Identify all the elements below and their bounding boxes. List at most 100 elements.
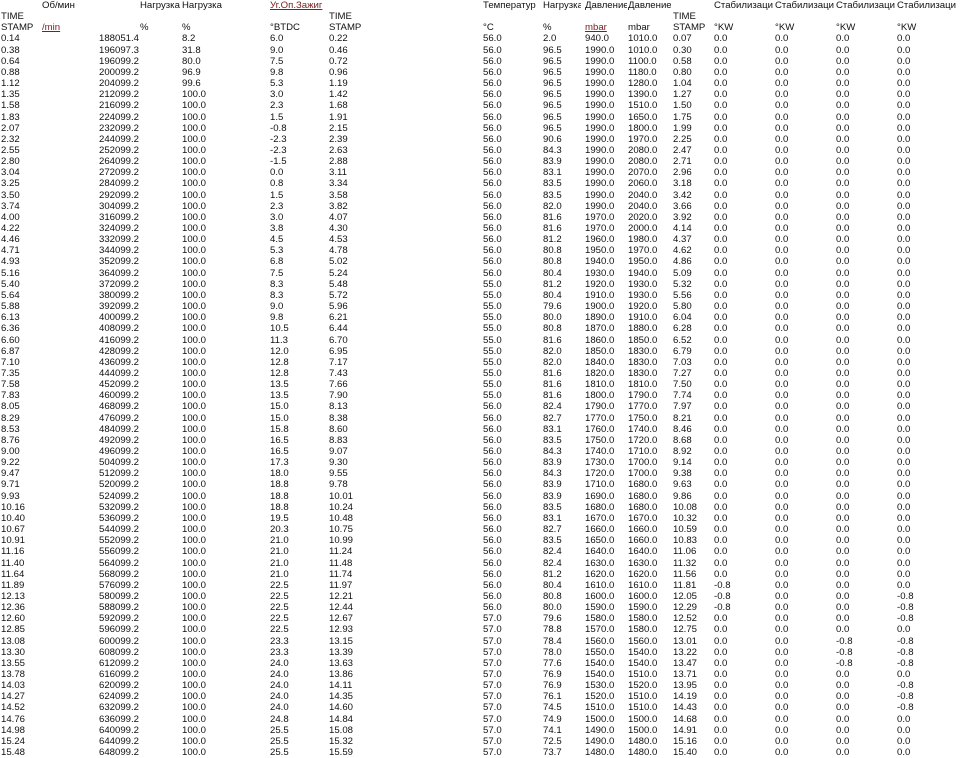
table-cell[interactable]: 82.7 — [543, 413, 581, 424]
table-cell[interactable]: 1580.0 — [585, 613, 627, 624]
table-cell[interactable]: 8.29 — [1, 413, 39, 424]
table-cell[interactable]: 1680.0 — [628, 491, 671, 502]
table-cell[interactable]: 1660.0 — [585, 524, 627, 535]
table-cell[interactable]: 1830.0 — [628, 346, 671, 357]
table-cell[interactable]: 0.0 — [836, 89, 895, 100]
table-cell[interactable]: 15.48 — [1, 747, 39, 758]
table-cell[interactable]: 588099.2 — [42, 602, 139, 613]
table-cell[interactable]: 1510.0 — [628, 100, 671, 111]
table-cell[interactable]: 83.1 — [543, 424, 581, 435]
table-cell[interactable]: 2.15 — [329, 123, 481, 134]
table-cell[interactable]: 1.99 — [673, 123, 713, 134]
table-cell[interactable]: 1500.0 — [585, 714, 627, 725]
table-cell[interactable]: 1700.0 — [628, 457, 671, 468]
table-cell[interactable]: 0.0 — [836, 546, 895, 557]
table-cell[interactable]: -0.8 — [897, 636, 960, 647]
table-cell[interactable]: 13.5 — [270, 390, 328, 401]
table-cell[interactable]: 100.0 — [182, 491, 268, 502]
table-cell[interactable]: 0.0 — [836, 78, 895, 89]
table-cell[interactable]: 100.0 — [182, 468, 268, 479]
table-cell[interactable]: 0.0 — [775, 747, 834, 758]
table-cell[interactable]: 0.0 — [836, 558, 895, 569]
table-cell[interactable]: 1510.0 — [628, 702, 671, 713]
table-cell[interactable]: -0.8 — [897, 680, 960, 691]
table-cell[interactable]: 0.0 — [836, 167, 895, 178]
table-cell[interactable]: 7.58 — [1, 379, 39, 390]
table-cell[interactable]: 1990.0 — [585, 123, 627, 134]
table-cell[interactable]: 7.90 — [329, 390, 481, 401]
table-cell[interactable]: 0.0 — [714, 647, 773, 658]
table-cell[interactable]: 11.97 — [329, 580, 481, 591]
table-cell[interactable]: 264099.2 — [42, 156, 139, 167]
table-cell[interactable]: 0.0 — [775, 167, 834, 178]
table-cell[interactable]: 9.0 — [270, 45, 328, 56]
table-cell[interactable]: 304099.2 — [42, 201, 139, 212]
table-cell[interactable]: 6.95 — [329, 346, 481, 357]
header-cell[interactable]: Температур — [483, 0, 541, 11]
table-cell[interactable]: 0.0 — [714, 190, 773, 201]
table-cell[interactable]: 0.0 — [714, 368, 773, 379]
table-cell[interactable]: 83.5 — [543, 435, 581, 446]
table-cell[interactable]: 496099.2 — [42, 446, 139, 457]
table-cell[interactable]: 83.1 — [543, 167, 581, 178]
table-cell[interactable]: 11.06 — [673, 546, 713, 557]
table-cell[interactable]: 1860.0 — [585, 335, 627, 346]
table-cell[interactable]: 0.0 — [775, 234, 834, 245]
table-cell[interactable]: 56.0 — [483, 256, 541, 267]
table-cell[interactable]: 0.0 — [775, 624, 834, 635]
table-cell[interactable]: -0.8 — [897, 613, 960, 624]
table-cell[interactable]: 12.60 — [1, 613, 39, 624]
table-cell[interactable]: 0.0 — [775, 491, 834, 502]
table-cell[interactable]: 0.0 — [714, 624, 773, 635]
table-cell[interactable]: 25.5 — [270, 747, 328, 758]
table-cell[interactable]: 352099.2 — [42, 256, 139, 267]
table-cell[interactable]: 100.0 — [182, 112, 268, 123]
header-cell[interactable]: TIME — [329, 11, 481, 22]
table-cell[interactable]: 0.07 — [673, 33, 713, 44]
table-cell[interactable]: 7.5 — [270, 268, 328, 279]
table-cell[interactable]: 0.0 — [897, 45, 960, 56]
table-cell[interactable]: 0.0 — [714, 134, 773, 145]
table-cell[interactable]: 0.0 — [775, 602, 834, 613]
table-cell[interactable]: 14.84 — [329, 714, 481, 725]
table-cell[interactable]: 0.46 — [329, 45, 481, 56]
table-cell[interactable]: 72.5 — [543, 736, 581, 747]
table-cell[interactable]: -0.8 — [714, 580, 773, 591]
table-cell[interactable]: 1750.0 — [585, 435, 627, 446]
table-cell[interactable]: 1890.0 — [585, 312, 627, 323]
header-cell[interactable]: TIME — [1, 11, 39, 22]
table-cell[interactable]: 1480.0 — [628, 747, 671, 758]
table-cell[interactable]: 0.0 — [836, 56, 895, 67]
table-cell[interactable]: 0.0 — [775, 513, 834, 524]
table-cell[interactable]: 292099.2 — [42, 190, 139, 201]
table-cell[interactable]: 1680.0 — [628, 502, 671, 513]
table-cell[interactable]: 0.0 — [836, 100, 895, 111]
table-cell[interactable]: 13.95 — [673, 680, 713, 691]
table-cell[interactable]: 0.0 — [836, 123, 895, 134]
table-cell[interactable]: 22.5 — [270, 624, 328, 635]
table-cell[interactable]: 536099.2 — [42, 513, 139, 524]
table-cell[interactable]: 1520.0 — [628, 680, 671, 691]
table-cell[interactable]: 100.0 — [182, 413, 268, 424]
table-cell[interactable]: 0.0 — [714, 234, 773, 245]
table-cell[interactable]: 13.78 — [1, 669, 39, 680]
table-cell[interactable]: 1870.0 — [585, 323, 627, 334]
table-cell[interactable]: 1990.0 — [585, 178, 627, 189]
table-cell[interactable]: 15.32 — [329, 736, 481, 747]
table-cell[interactable]: 56.0 — [483, 502, 541, 513]
table-cell[interactable]: 1660.0 — [628, 535, 671, 546]
table-cell[interactable]: 0.0 — [775, 212, 834, 223]
table-cell[interactable]: 9.8 — [270, 67, 328, 78]
table-cell[interactable]: 12.21 — [329, 591, 481, 602]
table-cell[interactable]: 0.0 — [775, 413, 834, 424]
header-cell[interactable]: mbar — [628, 22, 671, 33]
table-cell[interactable]: 0.0 — [897, 78, 960, 89]
table-cell[interactable]: 0.0 — [714, 502, 773, 513]
table-cell[interactable]: 81.6 — [543, 335, 581, 346]
header-cell[interactable]: Стабилизаци — [714, 0, 773, 11]
table-cell[interactable]: -0.8 — [897, 691, 960, 702]
table-cell[interactable]: 2.88 — [329, 156, 481, 167]
table-cell[interactable]: 100.0 — [182, 178, 268, 189]
table-cell[interactable]: 0.0 — [897, 212, 960, 223]
table-cell[interactable]: 0.0 — [714, 736, 773, 747]
